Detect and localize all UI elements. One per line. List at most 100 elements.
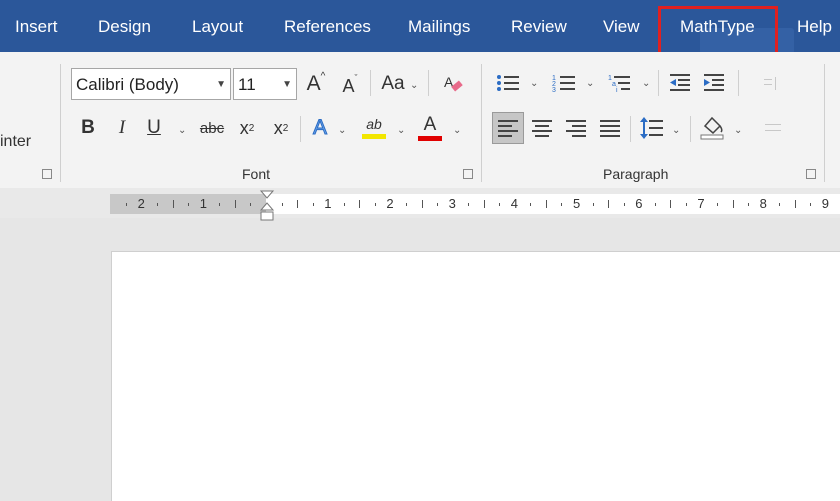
ruler-tick bbox=[172, 200, 174, 208]
caret-down-icon: ˇ bbox=[354, 73, 358, 83]
grow-font-icon: A bbox=[306, 72, 321, 95]
svg-text:i: i bbox=[616, 87, 618, 93]
chevron-down-icon[interactable]: ⌄ bbox=[338, 125, 346, 136]
ruler-tick bbox=[592, 203, 594, 206]
tab-design[interactable]: Design bbox=[98, 17, 151, 37]
grow-font-button[interactable]: A ^ bbox=[303, 68, 329, 100]
ruler-tick bbox=[530, 203, 532, 206]
indent-marker[interactable] bbox=[259, 189, 275, 223]
document-page[interactable] bbox=[111, 251, 840, 501]
bold-icon: B bbox=[81, 117, 95, 138]
decrease-indent-button[interactable] bbox=[666, 70, 694, 96]
borders-icon bbox=[765, 124, 781, 131]
chevron-down-icon[interactable]: ⌄ bbox=[410, 80, 418, 91]
change-case-button[interactable]: Aa bbox=[378, 68, 408, 100]
font-name-combobox[interactable]: Calibri (Body) ▼ bbox=[71, 68, 231, 100]
chevron-down-icon[interactable]: ⌄ bbox=[642, 78, 650, 89]
ruler-tick bbox=[468, 203, 470, 206]
numbering-icon: 1 2 3 bbox=[552, 75, 575, 93]
font-color-button[interactable]: A bbox=[416, 112, 444, 142]
sort-button[interactable] bbox=[760, 74, 782, 94]
ruler-tick bbox=[219, 203, 221, 206]
align-center-icon bbox=[532, 120, 552, 137]
bullets-button[interactable] bbox=[494, 70, 522, 96]
underline-button[interactable]: U bbox=[142, 114, 166, 142]
ruler-tick bbox=[437, 203, 439, 206]
font-group-label: Font bbox=[242, 166, 271, 182]
bold-button[interactable]: B bbox=[76, 114, 100, 142]
font-dialog-launcher-icon[interactable] bbox=[463, 169, 473, 179]
format-painter-button[interactable]: inter bbox=[0, 133, 31, 151]
ruler-tick bbox=[499, 203, 501, 206]
chevron-down-icon[interactable]: ⌄ bbox=[530, 78, 538, 89]
separator bbox=[690, 116, 691, 142]
ruler-tick bbox=[732, 200, 734, 208]
superscript-mark: 2 bbox=[282, 122, 289, 134]
line-spacing-button[interactable] bbox=[638, 114, 666, 142]
justify-button[interactable] bbox=[596, 114, 624, 142]
font-size-value: 11 bbox=[238, 75, 256, 94]
ruler-tick bbox=[608, 200, 610, 208]
increase-indent-button[interactable] bbox=[700, 70, 728, 96]
paragraph-dialog-launcher-icon[interactable] bbox=[806, 169, 816, 179]
group-separator bbox=[481, 64, 482, 182]
ruler-tick bbox=[654, 203, 656, 206]
font-size-combobox[interactable]: 11 ▼ bbox=[233, 68, 297, 100]
justify-icon bbox=[600, 120, 620, 137]
subscript-button[interactable]: x2 bbox=[235, 114, 259, 142]
shading-button[interactable] bbox=[698, 112, 726, 142]
align-right-icon bbox=[566, 120, 586, 137]
tab-view[interactable]: View bbox=[603, 17, 640, 37]
separator bbox=[738, 70, 739, 96]
chevron-down-icon[interactable]: ⌄ bbox=[672, 125, 680, 136]
clear-formatting-icon: A bbox=[444, 74, 463, 92]
tab-mailings[interactable]: Mailings bbox=[408, 17, 470, 37]
text-effects-button[interactable]: A bbox=[308, 114, 332, 142]
underline-icon: U bbox=[147, 117, 161, 138]
clipboard-dialog-launcher-icon[interactable] bbox=[42, 169, 52, 179]
chevron-down-icon[interactable]: ⌄ bbox=[586, 78, 594, 89]
strikethrough-button[interactable]: abc bbox=[197, 114, 227, 142]
italic-button[interactable]: I bbox=[110, 114, 134, 142]
ruler-number: 1 bbox=[199, 196, 208, 211]
ruler-tick bbox=[157, 203, 159, 206]
shading-icon bbox=[700, 116, 724, 140]
strikethrough-icon: abc bbox=[199, 119, 225, 137]
chevron-down-icon[interactable]: ⌄ bbox=[734, 125, 742, 136]
ruler-tick bbox=[779, 203, 781, 206]
chevron-down-icon: ▼ bbox=[216, 79, 226, 90]
align-center-button[interactable] bbox=[528, 114, 556, 142]
ruler-tick bbox=[685, 203, 687, 206]
increase-indent-icon bbox=[704, 74, 724, 91]
tab-insert[interactable]: Insert bbox=[15, 17, 58, 37]
tab-review[interactable]: Review bbox=[511, 17, 567, 37]
ruler-tick bbox=[810, 203, 812, 206]
numbering-button[interactable]: 1 2 3 bbox=[550, 70, 578, 96]
tab-layout[interactable]: Layout bbox=[192, 17, 243, 37]
ruler-number: 2 bbox=[386, 196, 394, 211]
ruler-tick bbox=[250, 203, 252, 206]
subscript-mark: 2 bbox=[248, 122, 255, 134]
decrease-indent-icon bbox=[670, 74, 690, 91]
borders-button[interactable] bbox=[762, 118, 784, 138]
clear-formatting-button[interactable]: A bbox=[440, 68, 466, 100]
ruler-number: 7 bbox=[697, 196, 705, 211]
tab-help[interactable]: Help bbox=[797, 17, 832, 37]
highlight-color-button[interactable]: ab bbox=[360, 112, 388, 142]
shrink-font-icon: A bbox=[342, 75, 355, 96]
separator bbox=[370, 70, 371, 96]
tab-references[interactable]: References bbox=[284, 17, 371, 37]
caret-up-icon: ^ bbox=[320, 70, 326, 82]
chevron-down-icon[interactable]: ⌄ bbox=[453, 125, 461, 136]
shrink-font-button[interactable]: Aˇ bbox=[337, 70, 363, 102]
multilevel-list-button[interactable]: 1 a i bbox=[606, 70, 634, 96]
bullets-icon bbox=[497, 75, 519, 91]
ruler-tick bbox=[281, 203, 283, 206]
ruler-tick bbox=[297, 200, 299, 208]
chevron-down-icon[interactable]: ⌄ bbox=[178, 125, 186, 136]
chevron-down-icon[interactable]: ⌄ bbox=[397, 125, 405, 136]
superscript-button[interactable]: x2 bbox=[269, 114, 293, 142]
align-left-button[interactable] bbox=[492, 112, 524, 144]
align-right-button[interactable] bbox=[562, 114, 590, 142]
text-effects-icon: A bbox=[312, 116, 327, 140]
